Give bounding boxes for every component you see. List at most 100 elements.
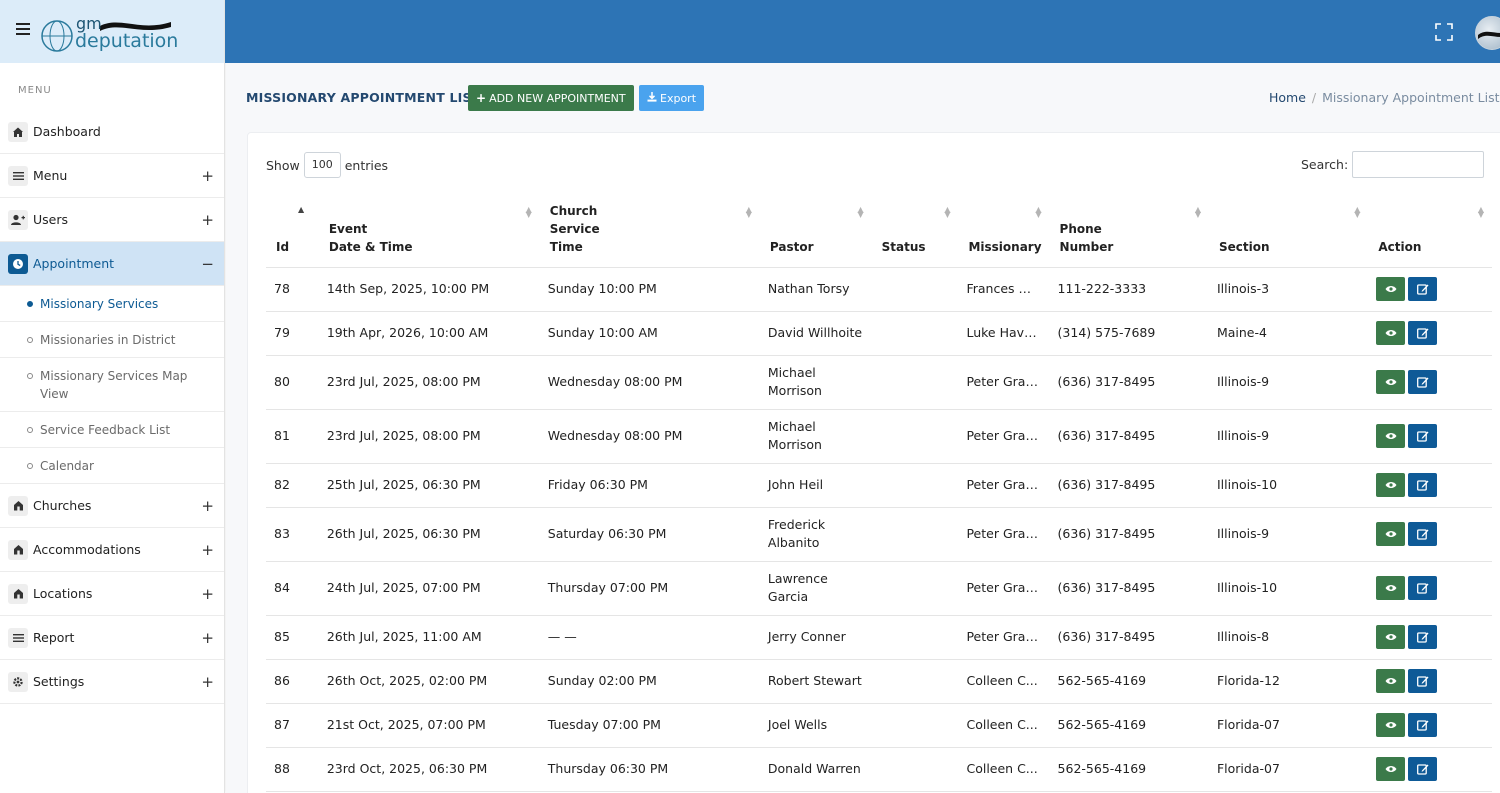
expand-plus-icon[interactable]: +: [201, 497, 214, 515]
view-button[interactable]: [1376, 625, 1406, 649]
edit-button[interactable]: [1408, 625, 1438, 649]
entries-select[interactable]: 100: [303, 152, 341, 178]
sidebar-item-accommodations[interactable]: Accommodations +: [0, 528, 224, 572]
add-new-appointment-button[interactable]: + ADD NEW APPOINTMENT: [468, 85, 634, 111]
view-button[interactable]: [1376, 473, 1406, 497]
table-row[interactable]: 85 26th Jul, 2025, 11:00 AM — — Jerry Conne…: [266, 615, 1492, 660]
cell-service-time: Sunday 10:00 AM: [539, 311, 760, 356]
edit-button[interactable]: [1408, 576, 1438, 600]
subitem-label: Missionaries in District: [40, 332, 176, 347]
church-icon: [8, 583, 28, 604]
table-row[interactable]: 79 19th Apr, 2026, 10:00 AM Sunday 10:00 A…: [266, 311, 1492, 356]
edit-button[interactable]: [1408, 757, 1438, 781]
column-header-phone-number[interactable]: Phone Number ▲ ▼: [1049, 199, 1209, 268]
edit-button[interactable]: [1408, 321, 1438, 345]
view-button[interactable]: [1376, 576, 1406, 600]
app-logo[interactable]: gm deputation: [40, 12, 178, 56]
sort-icon[interactable]: ▲ ▼: [526, 206, 532, 219]
search-label: Search:: [1301, 157, 1349, 172]
table-row[interactable]: 87 21st Oct, 2025, 07:00 PM Tuesday 07:00 …: [266, 703, 1492, 748]
view-button[interactable]: [1376, 321, 1406, 345]
sort-icon[interactable]: ▲ ▼: [746, 206, 752, 219]
column-header-label: Phone: [1059, 221, 1102, 236]
sidebar-header: gm deputation: [0, 0, 224, 63]
sidebar-item-dashboard[interactable]: Dashboard: [0, 110, 224, 154]
sort-icon[interactable]: ▲ ▼: [944, 206, 950, 219]
edit-button[interactable]: [1408, 669, 1438, 693]
subitem-calendar[interactable]: Calendar: [0, 448, 224, 484]
eye-icon: [1385, 330, 1397, 336]
table-row[interactable]: 78 14th Sep, 2025, 10:00 PM Sunday 10:00 P…: [266, 267, 1492, 312]
table-row[interactable]: 80 23rd Jul, 2025, 08:00 PM Wednesday 08:0…: [266, 355, 1492, 410]
column-header-event-datetime[interactable]: Event Date & Time ▲ ▼: [318, 199, 540, 268]
edit-button[interactable]: [1408, 277, 1438, 301]
view-button[interactable]: [1376, 713, 1406, 737]
expand-plus-icon[interactable]: +: [201, 585, 214, 603]
table-row[interactable]: 86 26th Oct, 2025, 02:00 PM Sunday 02:00 P…: [266, 659, 1492, 704]
collapse-minus-icon[interactable]: −: [201, 255, 214, 273]
view-button[interactable]: [1376, 669, 1406, 693]
column-header-missionary[interactable]: Missionary ▲ ▼: [958, 199, 1050, 268]
sort-icon[interactable]: ▲ ▼: [1478, 206, 1484, 219]
breadcrumb-home-link[interactable]: Home: [1269, 90, 1306, 105]
table-row[interactable]: 84 24th Jul, 2025, 07:00 PM Thursday 07:00…: [266, 561, 1492, 616]
fullscreen-icon[interactable]: [1435, 23, 1453, 41]
expand-plus-icon[interactable]: +: [201, 211, 214, 229]
subitem-map-view[interactable]: Missionary Services Map View: [0, 358, 224, 412]
sidebar-item-appointment[interactable]: Appointment −: [0, 242, 224, 286]
edit-button[interactable]: [1408, 424, 1438, 448]
cell-missionary: Colleen C...: [958, 659, 1050, 704]
expand-plus-icon[interactable]: +: [201, 629, 214, 647]
sidebar-item-settings[interactable]: Settings +: [0, 660, 224, 704]
cell-status: [871, 267, 959, 312]
table-row[interactable]: 81 23rd Jul, 2025, 08:00 PM Wednesday 08:0…: [266, 409, 1492, 464]
view-button[interactable]: [1376, 370, 1406, 394]
column-header-pastor[interactable]: Pastor ▲ ▼: [759, 199, 872, 268]
expand-plus-icon[interactable]: +: [201, 541, 214, 559]
table-row[interactable]: 82 25th Jul, 2025, 06:30 PM Friday 06:30 P…: [266, 463, 1492, 508]
edit-button[interactable]: [1408, 370, 1438, 394]
column-header-status[interactable]: Status ▲ ▼: [871, 199, 959, 268]
column-header-section[interactable]: Section ▲ ▼: [1208, 199, 1369, 268]
sort-icon[interactable]: ▲ ▼: [1035, 206, 1041, 219]
sort-icon[interactable]: ▲ ▼: [857, 206, 863, 219]
table-row[interactable]: 88 23rd Oct, 2025, 06:30 PM Thursday 06:30…: [266, 747, 1492, 792]
table-row[interactable]: 83 26th Jul, 2025, 06:30 PM Saturday 06:30…: [266, 507, 1492, 562]
user-avatar[interactable]: [1475, 16, 1500, 50]
sidebar-item-locations[interactable]: Locations +: [0, 572, 224, 616]
cell-id: 83: [266, 507, 319, 562]
sidebar-item-menu[interactable]: Menu +: [0, 154, 224, 198]
cell-status: [871, 703, 959, 748]
view-button[interactable]: [1376, 757, 1406, 781]
sidebar-item-users[interactable]: Users +: [0, 198, 224, 242]
sort-icon[interactable]: ▲: [298, 206, 304, 214]
sidebar-item-report[interactable]: Report +: [0, 616, 224, 660]
cell-action: [1368, 267, 1492, 312]
hamburger-menu-icon[interactable]: [16, 23, 30, 37]
column-header-id[interactable]: Id ▲: [266, 199, 319, 268]
cell-event-datetime: 21st Oct, 2025, 07:00 PM: [318, 703, 540, 748]
sidebar-item-churches[interactable]: Churches +: [0, 484, 224, 528]
subitem-missionaries-in-district[interactable]: Missionaries in District: [0, 322, 224, 358]
edit-button[interactable]: [1408, 713, 1438, 737]
cell-service-time: Sunday 10:00 PM: [539, 267, 760, 312]
subitem-missionary-services[interactable]: Missionary Services: [0, 286, 224, 322]
sort-icon[interactable]: ▲ ▼: [1195, 206, 1201, 219]
sort-icon[interactable]: ▲ ▼: [1354, 206, 1360, 219]
view-button[interactable]: [1376, 277, 1406, 301]
edit-button[interactable]: [1408, 522, 1438, 546]
view-button[interactable]: [1376, 522, 1406, 546]
view-button[interactable]: [1376, 424, 1406, 448]
column-header-label: Missionary: [968, 239, 1042, 254]
column-header-action[interactable]: Action ▲ ▼: [1368, 199, 1492, 268]
edit-button[interactable]: [1408, 473, 1438, 497]
subitem-service-feedback-list[interactable]: Service Feedback List: [0, 412, 224, 448]
cell-section: Illinois-9: [1208, 355, 1369, 410]
export-button[interactable]: Export: [639, 85, 705, 111]
expand-plus-icon[interactable]: +: [201, 673, 214, 691]
cell-service-time: — —: [539, 615, 760, 660]
cell-missionary: Peter Grat...: [958, 507, 1050, 562]
search-input[interactable]: [1352, 151, 1485, 178]
column-header-church-service-time[interactable]: Church Service Time ▲ ▼: [539, 199, 760, 268]
expand-plus-icon[interactable]: +: [201, 167, 214, 185]
